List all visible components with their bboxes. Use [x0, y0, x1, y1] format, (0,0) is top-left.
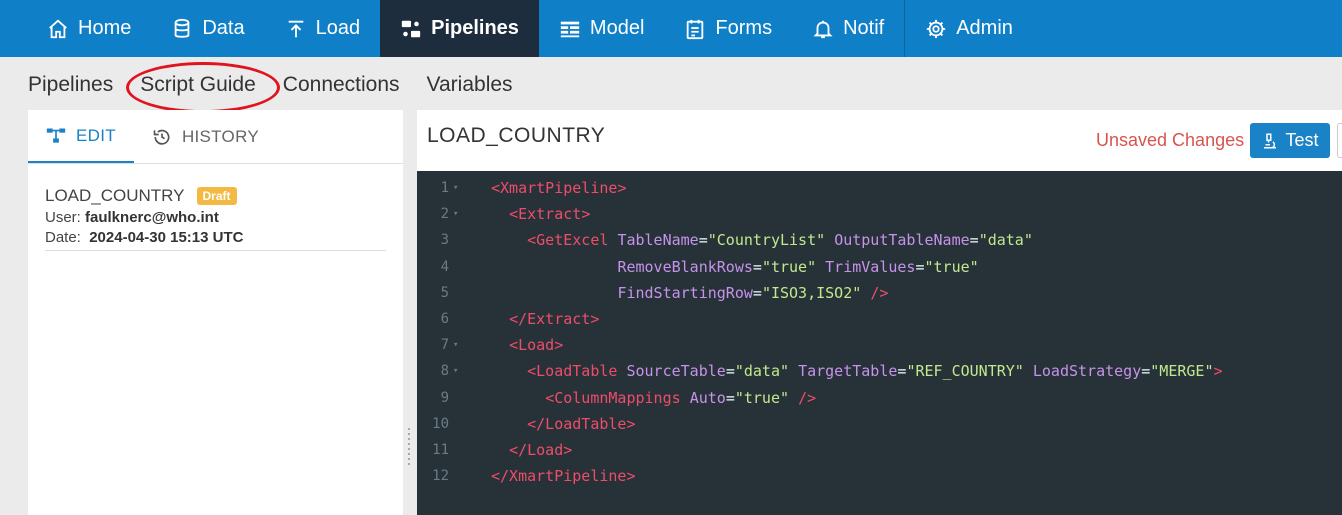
test-button-label: Test: [1285, 130, 1319, 150]
line-number: 1: [440, 180, 449, 196]
code-line[interactable]: 10 </LoadTable>: [417, 411, 1342, 437]
entry-name: LOAD_COUNTRY: [45, 186, 185, 205]
line-number: 5: [440, 284, 449, 301]
line-number: 10: [432, 415, 449, 432]
code-text: RemoveBlankRows="true" TrimValues="true": [617, 257, 979, 276]
tab-history-label: HISTORY: [181, 126, 259, 146]
code-text: <GetExcel TableName="CountryList" Output…: [527, 231, 1033, 250]
code-text: <Extract>: [509, 205, 591, 224]
code-line[interactable]: 6 </Extract>: [417, 306, 1342, 332]
database-icon: [175, 18, 190, 38]
date-label: Date:: [45, 229, 81, 246]
panel-splitter[interactable]: [406, 425, 412, 465]
top-nav: Home Data Load Pipelines Model Forms Not…: [0, 0, 1342, 57]
code-text: FindStartingRow="ISO3,ISO2" />: [617, 283, 889, 302]
forms-icon: [687, 19, 704, 39]
subnav-script-guide[interactable]: Script Guide: [140, 73, 256, 97]
editor-panel: LOAD_COUNTRY Unsaved Changes Test 1 ▾ <Xma…: [417, 110, 1342, 515]
home-icon: [49, 19, 67, 38]
code-line[interactable]: 11 </Load>: [417, 437, 1342, 463]
nav-notif-label: Notif: [843, 17, 885, 39]
history-entry[interactable]: LOAD_COUNTRY Draft User: faulknerc@who.i…: [45, 186, 386, 251]
code-text: </Load>: [509, 441, 573, 459]
pipelines-icon: [401, 20, 421, 37]
fold-arrow-icon[interactable]: ▾: [453, 332, 458, 358]
nav-pipelines-label: Pipelines: [431, 17, 519, 39]
code-line[interactable]: 7 ▾ <Load>: [417, 332, 1342, 358]
panel-tabs: EDIT HISTORY: [28, 110, 403, 164]
code-text: <Load>: [509, 336, 564, 355]
tab-edit-label: EDIT: [76, 125, 116, 145]
test-button[interactable]: Test: [1250, 123, 1330, 158]
subnav-variables[interactable]: Variables: [427, 73, 513, 97]
unsaved-changes-text: Unsaved Changes: [1096, 130, 1245, 150]
sub-nav: Pipelines Script Guide Connections Varia…: [0, 57, 513, 113]
nav-load[interactable]: Load: [265, 0, 381, 57]
line-number: 6: [440, 311, 449, 327]
date-value: 2024-04-30 15:13 UTC: [89, 229, 244, 246]
line-number: 11: [432, 442, 449, 458]
code-text: <LoadTable SourceTable="data" TargetTabl…: [527, 362, 1223, 381]
nav-forms[interactable]: Forms: [664, 0, 792, 57]
line-number: 12: [432, 468, 449, 485]
nav-model-label: Model: [589, 17, 645, 39]
code-line[interactable]: 3 <GetExcel TableName="CountryList" Outp…: [417, 227, 1342, 253]
fold-arrow-icon[interactable]: ▾: [453, 175, 458, 201]
line-number: 2: [440, 206, 449, 223]
microscope-icon: [1264, 133, 1277, 148]
more-button[interactable]: [1337, 123, 1342, 158]
tab-edit[interactable]: EDIT: [28, 110, 134, 163]
draft-badge: Draft: [196, 187, 237, 205]
nav-home[interactable]: Home: [0, 0, 151, 57]
code-line[interactable]: 5 FindStartingRow="ISO3,ISO2" />: [417, 280, 1342, 306]
code-text: </LoadTable>: [527, 414, 636, 433]
gear-icon: [927, 19, 946, 38]
nav-model[interactable]: Model: [539, 0, 664, 57]
fold-arrow-icon[interactable]: ▾: [453, 358, 458, 384]
nav-load-label: Load: [315, 17, 361, 39]
nav-notif[interactable]: Notif: [792, 0, 904, 57]
user-label: User:: [45, 209, 81, 226]
code-line[interactable]: 1 ▾ <XmartPipeline>: [417, 175, 1342, 201]
tab-history[interactable]: HISTORY: [134, 110, 277, 163]
line-number: 3: [440, 232, 449, 249]
fold-arrow-icon[interactable]: ▾: [453, 201, 458, 227]
upload-icon: [288, 20, 303, 37]
code-line[interactable]: 2 ▾ <Extract>: [417, 201, 1342, 227]
code-line[interactable]: 12 </XmartPipeline>: [417, 463, 1342, 489]
code-line[interactable]: 9 <ColumnMappings Auto="true" />: [417, 385, 1342, 411]
nav-forms-label: Forms: [715, 17, 773, 39]
code-text: <XmartPipeline>: [491, 179, 627, 197]
nav-home-label: Home: [78, 17, 132, 39]
nav-data-label: Data: [202, 17, 245, 39]
pipeline-title: LOAD_COUNTRY: [427, 124, 606, 147]
flow-icon: [46, 128, 66, 143]
code-text: <ColumnMappings Auto="true" />: [545, 388, 817, 407]
user-value: faulknerc@who.int: [85, 209, 219, 226]
line-number: 9: [440, 389, 449, 406]
line-number: 8: [440, 363, 449, 380]
code-editor[interactable]: 1 ▾ <XmartPipeline> 2 ▾ <Extract> 3 <GetExcel…: [417, 171, 1342, 515]
line-number: 7: [440, 337, 449, 354]
code-text: </XmartPipeline>: [491, 467, 636, 486]
bell-icon: [813, 20, 833, 38]
code-line[interactable]: 4 RemoveBlankRows="true" TrimValues="tru…: [417, 254, 1342, 280]
history-panel: EDIT HISTORY LOAD_COUNTRY Draft User: fa…: [28, 110, 403, 515]
nav-data[interactable]: Data: [151, 0, 264, 57]
nav-admin-label: Admin: [956, 17, 1013, 39]
nav-admin[interactable]: Admin: [904, 0, 1033, 57]
code-line[interactable]: 8 ▾ <LoadTable SourceTable="data" TargetT…: [417, 358, 1342, 384]
line-number: 4: [440, 258, 449, 275]
table-icon: [560, 21, 580, 37]
nav-pipelines[interactable]: Pipelines: [380, 0, 539, 57]
subnav-pipelines[interactable]: Pipelines: [28, 73, 113, 97]
code-text: </Extract>: [509, 310, 600, 328]
history-icon: [153, 129, 170, 145]
subnav-connections[interactable]: Connections: [283, 73, 400, 97]
